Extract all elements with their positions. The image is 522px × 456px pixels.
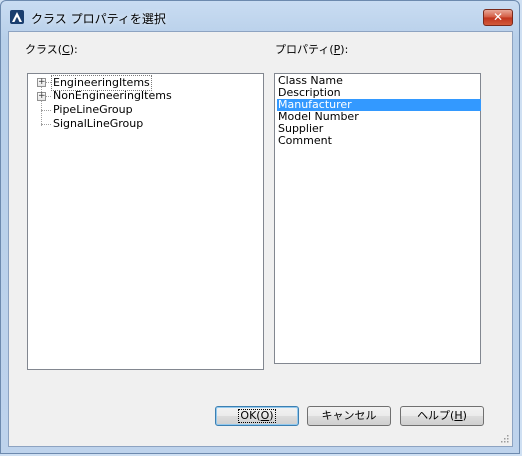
tree-item-pipelinegroup[interactable]: PipeLineGroup xyxy=(28,103,228,117)
resize-grip-icon[interactable] xyxy=(499,433,509,443)
class-label: クラス(C): xyxy=(25,43,78,56)
window-title: クラス プロパティを選択 xyxy=(31,12,166,26)
cancel-button[interactable]: キャンセル xyxy=(307,406,391,426)
list-item-comment[interactable]: Comment xyxy=(277,135,481,147)
property-list[interactable]: Class Name Description Manufacturer Mode… xyxy=(274,73,481,364)
tree-item-label: PipeLineGroup xyxy=(53,103,133,116)
dialog-body: クラス(C): + EngineeringItems + NonEngineer… xyxy=(8,31,513,447)
class-accel: C xyxy=(62,43,70,56)
ok-button[interactable]: OK(O) xyxy=(215,406,299,426)
class-tree[interactable]: + EngineeringItems + NonEngineeringItems… xyxy=(27,73,264,370)
tree-item-signallinegroup[interactable]: SignalLineGroup xyxy=(28,117,228,131)
close-icon: ✕ xyxy=(492,10,504,24)
tree-item-engineeringitems[interactable]: + EngineeringItems xyxy=(28,75,228,91)
title-bar[interactable]: クラス プロパティを選択 ✕ xyxy=(1,1,521,31)
help-button[interactable]: ヘルプ(H) xyxy=(400,406,484,426)
tree-item-nonengineeringitems[interactable]: + NonEngineeringItems xyxy=(28,89,228,103)
expand-icon[interactable]: + xyxy=(37,78,46,87)
close-button[interactable]: ✕ xyxy=(483,9,513,26)
property-label: プロパティ(P): xyxy=(275,43,349,56)
dialog-window: クラス プロパティを選択 ✕ クラス(C): + EngineeringItem… xyxy=(0,0,520,454)
tree-item-label: NonEngineeringItems xyxy=(53,89,172,102)
tree-item-label: SignalLineGroup xyxy=(53,117,144,130)
expand-icon[interactable]: + xyxy=(37,92,46,101)
autocad-logo-icon xyxy=(10,10,24,24)
